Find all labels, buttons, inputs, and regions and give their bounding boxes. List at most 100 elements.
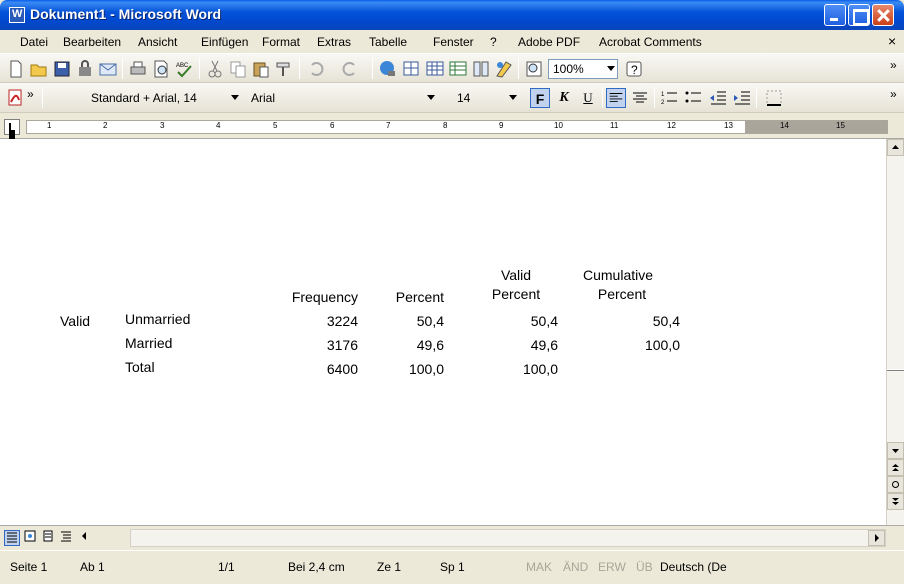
font-size-select[interactable]: 14	[452, 88, 524, 108]
help-icon[interactable]: ?	[624, 59, 644, 79]
align-center-icon[interactable]	[630, 88, 650, 108]
print-layout-button[interactable]	[40, 530, 56, 546]
close-button[interactable]	[872, 4, 894, 26]
toolbar-separator	[756, 87, 757, 108]
svg-text:?: ?	[631, 63, 638, 77]
print-preview-icon[interactable]	[151, 59, 171, 79]
columns-icon[interactable]	[471, 59, 491, 79]
chevron-down-icon[interactable]	[509, 95, 517, 100]
bold-button[interactable]: F	[530, 88, 550, 108]
word-app-icon[interactable]	[9, 7, 25, 23]
menu-help[interactable]: ?	[490, 35, 497, 49]
menu-datei[interactable]: Datei	[20, 35, 48, 49]
horizontal-scrollbar[interactable]	[130, 529, 886, 547]
numbering-icon[interactable]: 12	[660, 88, 680, 108]
status-macro-record[interactable]: MAK	[526, 560, 552, 574]
menu-einfuegen[interactable]: Einfügen	[201, 35, 248, 49]
spelling-icon[interactable]: ABC	[174, 59, 194, 79]
select-browse-object-button[interactable]	[887, 476, 904, 493]
web-layout-button[interactable]	[22, 530, 38, 546]
insert-excel-icon[interactable]	[448, 59, 468, 79]
bullets-icon[interactable]	[684, 88, 704, 108]
scroll-down-button[interactable]	[887, 442, 904, 459]
outline-view-button[interactable]	[58, 530, 74, 546]
toolbar-overflow-icon[interactable]: »	[890, 58, 897, 72]
status-extend-selection[interactable]: ERW	[598, 560, 626, 574]
new-document-icon[interactable]	[6, 59, 26, 79]
ruler-tick: 10	[554, 121, 563, 130]
ruler-tick: 8	[443, 121, 448, 130]
menu-acrobat-comments[interactable]: Acrobat Comments	[599, 35, 702, 49]
toolbar-separator	[654, 87, 655, 108]
decrease-indent-icon[interactable]	[708, 88, 728, 108]
pdf-toolbar-overflow-icon[interactable]: »	[27, 87, 34, 101]
ruler-right-margin	[745, 121, 887, 133]
cut-icon[interactable]	[205, 59, 225, 79]
underline-button[interactable]: U	[578, 88, 598, 108]
normal-view-button[interactable]	[4, 530, 20, 546]
toolbar-separator	[372, 58, 373, 79]
document-page[interactable]: Frequency Percent Valid Percent Cumulati…	[0, 139, 886, 525]
status-pages: 1/1	[218, 560, 235, 574]
zoom-value: 100%	[553, 62, 584, 76]
save-icon[interactable]	[52, 59, 72, 79]
tables-borders-icon[interactable]	[402, 59, 422, 79]
zoom-select[interactable]: 100%	[548, 59, 618, 79]
scroll-up-button[interactable]	[887, 139, 904, 156]
menu-adobe-pdf[interactable]: Adobe PDF	[518, 35, 580, 49]
menu-tabelle[interactable]: Tabelle	[369, 35, 407, 49]
document-map-icon[interactable]	[524, 59, 544, 79]
insert-table-icon[interactable]	[425, 59, 445, 79]
horizontal-ruler[interactable]: 1 2 3 4 5 6 7 8 9 10 11 12 13 14 15	[26, 120, 888, 134]
status-language[interactable]: Deutsch (De	[660, 560, 727, 574]
svg-text:1: 1	[661, 92, 665, 98]
next-page-button[interactable]	[887, 493, 904, 510]
pdf-convert-icon[interactable]	[6, 88, 26, 108]
menu-format[interactable]: Format	[262, 35, 300, 49]
style-select[interactable]: Standard + Arial, 14	[86, 88, 246, 108]
scroll-left-button[interactable]	[76, 530, 92, 546]
minimize-button[interactable]	[824, 4, 846, 26]
format-painter-icon[interactable]	[274, 59, 294, 79]
vertical-scrollbar[interactable]	[886, 139, 904, 525]
document-close-button[interactable]: ×	[888, 33, 896, 49]
copy-icon[interactable]	[228, 59, 248, 79]
open-folder-icon[interactable]	[29, 59, 49, 79]
scroll-right-button[interactable]	[868, 530, 885, 546]
italic-button[interactable]: K	[554, 88, 574, 108]
redo-icon[interactable]	[340, 59, 360, 79]
menu-bar: Datei Bearbeiten Ansicht Einfügen Format…	[0, 30, 904, 54]
status-column: Sp 1	[440, 560, 465, 574]
font-select[interactable]: Arial	[246, 88, 442, 108]
scroll-thumb[interactable]	[887, 369, 904, 371]
status-track-changes[interactable]: ÄND	[563, 560, 588, 574]
chevron-down-icon[interactable]	[427, 95, 435, 100]
menu-extras[interactable]: Extras	[317, 35, 351, 49]
chevron-down-icon[interactable]	[231, 95, 239, 100]
font-size-value: 14	[457, 91, 471, 105]
increase-indent-icon[interactable]	[732, 88, 752, 108]
ruler-bar: 1 2 3 4 5 6 7 8 9 10 11 12 13 14 15	[0, 113, 904, 139]
status-position: Bei 2,4 cm	[288, 560, 345, 574]
tab-selector[interactable]	[4, 119, 20, 135]
menu-ansicht[interactable]: Ansicht	[138, 35, 177, 49]
hyperlink-icon[interactable]	[378, 59, 398, 79]
previous-page-button[interactable]	[887, 459, 904, 476]
print-icon[interactable]	[128, 59, 148, 79]
borders-icon[interactable]	[764, 88, 784, 108]
style-value: Standard + Arial, 14	[91, 91, 197, 105]
status-line: Ze 1	[377, 560, 402, 574]
email-icon[interactable]	[98, 59, 118, 79]
status-overtype[interactable]: ÜB	[636, 560, 653, 574]
menu-bearbeiten[interactable]: Bearbeiten	[63, 35, 121, 49]
chevron-down-icon[interactable]	[607, 66, 615, 71]
ruler-tick: 4	[216, 121, 221, 130]
paste-icon[interactable]	[251, 59, 271, 79]
undo-icon[interactable]	[306, 59, 326, 79]
maximize-button[interactable]	[848, 4, 870, 26]
permission-icon[interactable]	[75, 59, 95, 79]
align-left-icon[interactable]	[606, 88, 626, 108]
toolbar-overflow-icon[interactable]: »	[890, 87, 897, 101]
drawing-icon[interactable]	[494, 59, 514, 79]
menu-fenster[interactable]: Fenster	[433, 35, 474, 49]
